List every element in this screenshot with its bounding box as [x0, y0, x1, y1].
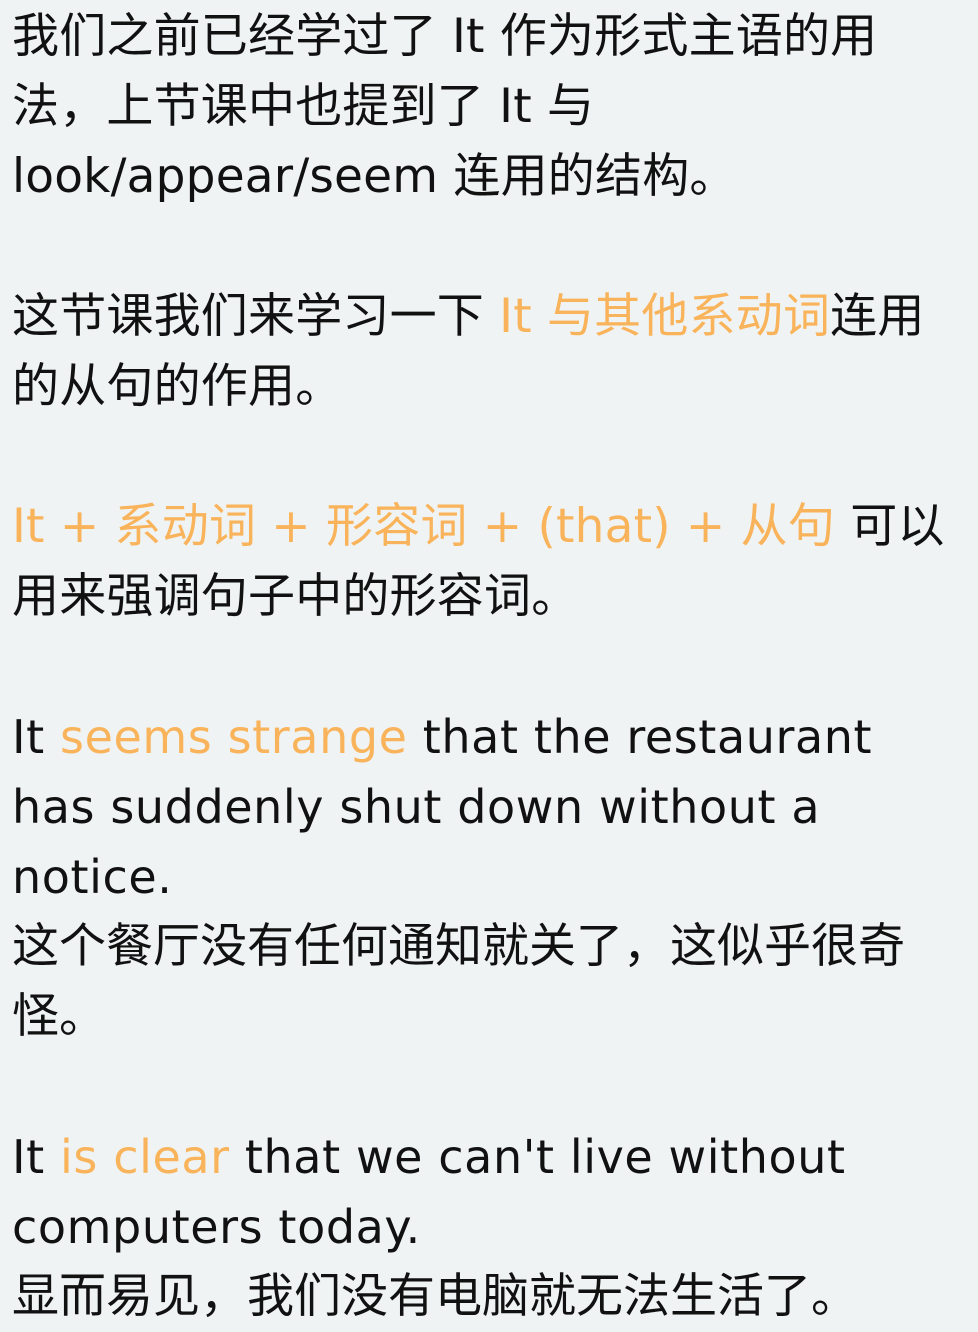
pattern-formula: It + 系动词 + 形容词 + (that) + 从句 — [12, 499, 836, 554]
lesson-content: 我们之前已经学过了 It 作为形式主语的用法，上节课中也提到了 It 与 loo… — [0, 0, 978, 1324]
example-text-before: It — [12, 1130, 61, 1184]
example-block-1: It seems strange that the restaurant has… — [12, 702, 968, 1052]
example-translation: 显而易见，我们没有电脑就无法生活了。 — [12, 1269, 858, 1324]
example-highlight: seems strange — [60, 710, 408, 764]
example-highlight: is clear — [60, 1130, 230, 1184]
lesson-highlight: It 与其他系动词 — [499, 289, 831, 344]
example-translation: 这个餐厅没有任何通知就关了，这似乎很奇怪。 — [12, 919, 905, 1044]
pattern-paragraph: It + 系动词 + 形容词 + (that) + 从句 可以用来强调句子中的形… — [12, 492, 968, 632]
lesson-text-before: 这节课我们来学习一下 — [12, 289, 500, 344]
example-sentence: It is clear that we can't live without c… — [12, 1122, 968, 1262]
lesson-paragraph: 这节课我们来学习一下 It 与其他系动词连用的从句的作用。 — [12, 282, 968, 422]
example-sentence: It seems strange that the restaurant has… — [12, 702, 968, 912]
example-text-before: It — [12, 710, 61, 764]
intro-paragraph: 我们之前已经学过了 It 作为形式主语的用法，上节课中也提到了 It 与 loo… — [12, 9, 878, 204]
example-block-2: It is clear that we can't live without c… — [12, 1122, 968, 1332]
